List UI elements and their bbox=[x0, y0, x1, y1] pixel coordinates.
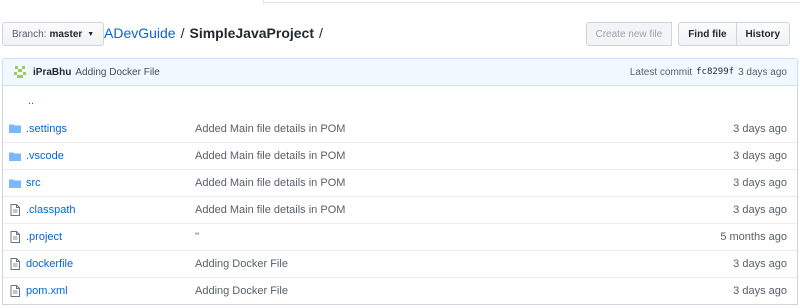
file-commit-message-link[interactable]: '' bbox=[195, 231, 199, 243]
file-commit-message-link[interactable]: Added Main file details in POM bbox=[195, 204, 345, 216]
file-icon bbox=[9, 285, 21, 297]
commit-meta: Latest commit fc8299f 3 days ago bbox=[630, 67, 787, 78]
breadcrumb-current-dir: SimpleJavaProject bbox=[189, 25, 314, 41]
file-name-link[interactable]: src bbox=[26, 177, 41, 189]
file-icon bbox=[9, 204, 21, 216]
file-name-link[interactable]: pom.xml bbox=[26, 285, 68, 297]
file-name-link[interactable]: .classpath bbox=[26, 204, 76, 216]
branch-label: Branch: bbox=[12, 28, 47, 40]
file-name-link[interactable]: .settings bbox=[26, 123, 67, 135]
file-name-link[interactable]: dockerfile bbox=[26, 258, 73, 270]
file-commit-message-link[interactable]: Added Main file details in POM bbox=[195, 150, 345, 162]
parent-dir-row[interactable]: .. bbox=[3, 86, 797, 115]
folder-icon bbox=[9, 177, 21, 189]
file-age: 3 days ago bbox=[733, 258, 787, 270]
history-button[interactable]: History bbox=[735, 22, 790, 46]
file-age: 3 days ago bbox=[733, 177, 787, 189]
folder-icon bbox=[9, 122, 21, 134]
file-list: .. .settings Added Main file details in P… bbox=[2, 86, 798, 305]
file-row[interactable]: pom.xml Adding Docker File 3 days ago bbox=[3, 277, 797, 304]
file-age: 3 days ago bbox=[733, 204, 787, 216]
file-commit-message-link[interactable]: Adding Docker File bbox=[195, 258, 288, 270]
parent-dir-link[interactable]: .. bbox=[28, 95, 34, 107]
file-commit-message-link[interactable]: Adding Docker File bbox=[195, 285, 288, 297]
file-name-link[interactable]: .project bbox=[26, 231, 62, 243]
identicon-avatar[interactable] bbox=[13, 65, 27, 79]
file-age: 3 days ago bbox=[733, 122, 787, 135]
file-actions: Create new file Find file History bbox=[585, 22, 790, 46]
file-row[interactable]: .vscode Added Main file details in POM 3 d… bbox=[3, 142, 797, 169]
file-commit-message-link[interactable]: Added Main file details in POM bbox=[195, 123, 345, 135]
commit-age: 3 days ago bbox=[738, 66, 787, 78]
file-row[interactable]: .classpath Added Main file details in POM… bbox=[3, 196, 797, 223]
breadcrumb-separator: / bbox=[319, 25, 323, 41]
latest-commit-label: Latest commit bbox=[629, 66, 693, 78]
breadcrumb-separator: / bbox=[180, 25, 185, 41]
file-row[interactable]: src Added Main file details in POM 3 days … bbox=[3, 169, 797, 196]
file-row[interactable]: .settings Added Main file details in POM 3… bbox=[3, 115, 797, 142]
tab-strip-segment bbox=[0, 0, 264, 4]
breadcrumb-repo-link[interactable]: ADevGuide bbox=[104, 25, 176, 41]
branch-select-button[interactable]: Branch: master ▼ bbox=[2, 22, 105, 46]
file-navigation: Branch: master ▼ ADevGuide / SimpleJavaP… bbox=[0, 22, 800, 46]
folder-icon bbox=[9, 150, 21, 162]
breadcrumb: ADevGuide / SimpleJavaProject / bbox=[104, 25, 328, 41]
file-age: 3 days ago bbox=[733, 285, 787, 297]
top-tab-strip bbox=[0, 0, 800, 4]
file-age: 3 days ago bbox=[733, 150, 787, 162]
file-row[interactable]: dockerfile Adding Docker File 3 days ago bbox=[3, 250, 797, 277]
create-new-file-button[interactable]: Create new file bbox=[585, 22, 673, 46]
file-icon bbox=[9, 258, 21, 270]
file-icon bbox=[9, 231, 21, 243]
commit-sha-link[interactable]: fc8299f bbox=[696, 67, 734, 77]
caret-down-icon: ▼ bbox=[87, 30, 95, 38]
find-file-button[interactable]: Find file bbox=[678, 22, 737, 46]
commit-author-link[interactable]: iPraBhu bbox=[33, 67, 71, 78]
branch-name: master bbox=[49, 28, 83, 40]
file-age: 5 months ago bbox=[720, 231, 787, 243]
file-commit-message-link[interactable]: Added Main file details in POM bbox=[195, 177, 345, 189]
file-name-link[interactable]: .vscode bbox=[26, 150, 64, 162]
latest-commit-bar: iPraBhu Adding Docker File Latest commit… bbox=[2, 58, 798, 86]
file-row[interactable]: .project '' 5 months ago bbox=[3, 223, 797, 250]
commit-message-link[interactable]: Adding Docker File bbox=[75, 67, 159, 78]
